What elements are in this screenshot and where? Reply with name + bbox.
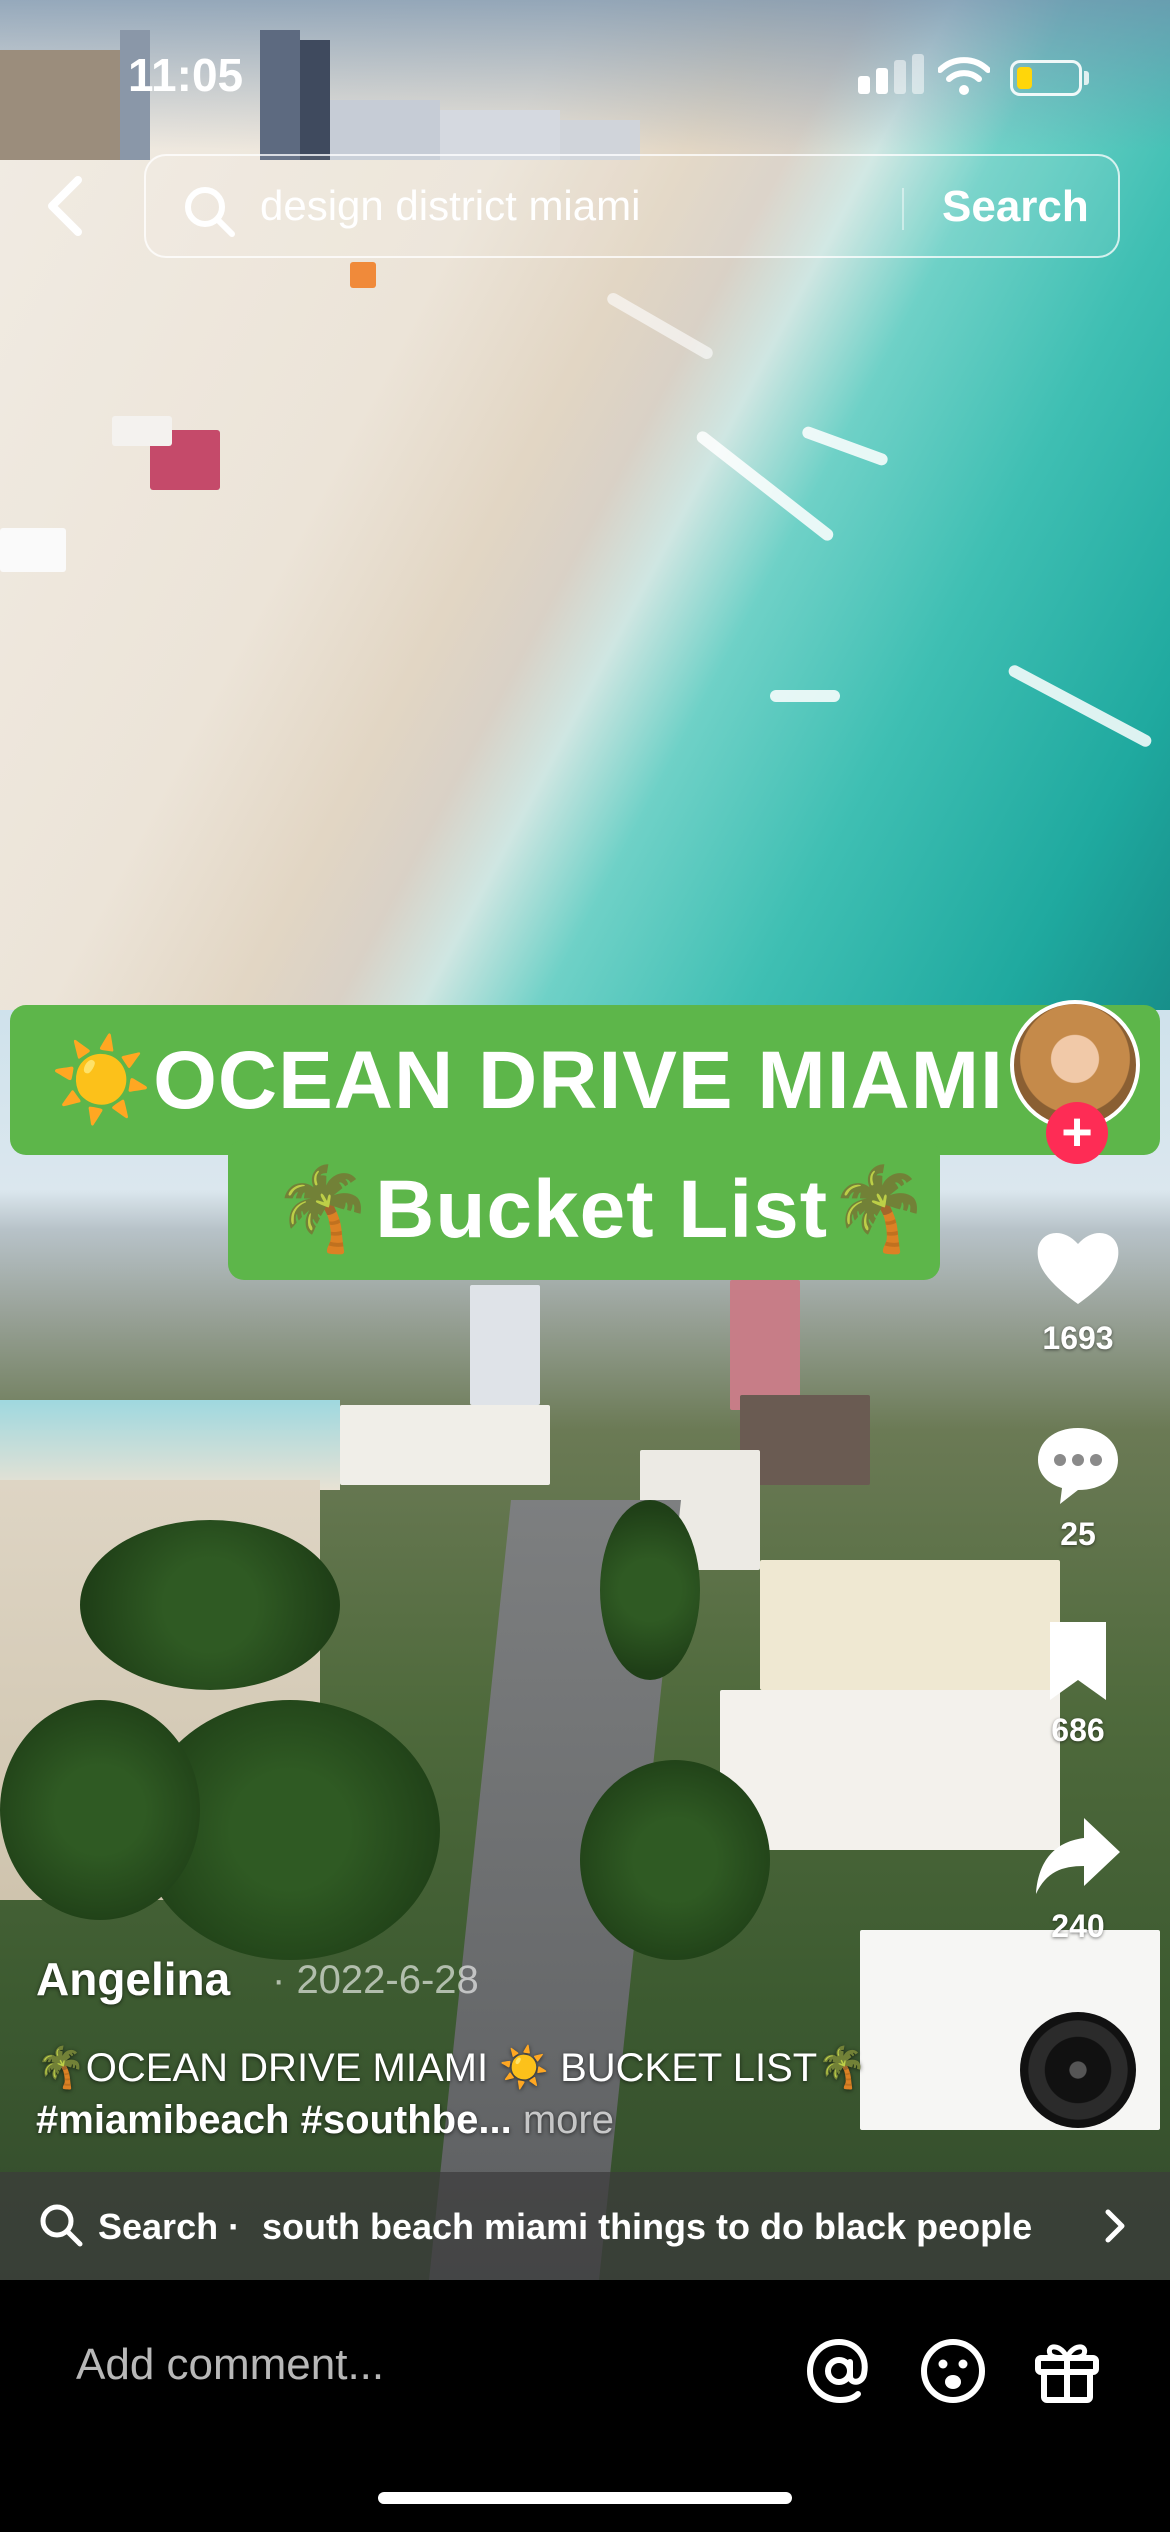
heart-icon[interactable] (1032, 1222, 1124, 1314)
city-skyline (0, 0, 640, 160)
save-count: 686 (1051, 1712, 1105, 1748)
comment-input[interactable]: Add comment... (76, 2340, 384, 2390)
follow-button[interactable]: + (1046, 1102, 1108, 1164)
status-time: 11:05 (128, 49, 244, 101)
video-frame-beach (0, 0, 1170, 1010)
title-line-1: ☀️OCEAN DRIVE MIAMI (50, 1035, 1004, 1126)
caption-text: 🌴OCEAN DRIVE MIAMI ☀️ BUCKET LIST🌴 (36, 2046, 868, 2090)
title-banner: ☀️OCEAN DRIVE MIAMI (10, 1005, 1160, 1155)
video-caption[interactable]: 🌴OCEAN DRIVE MIAMI ☀️ BUCKET LIST🌴 #miam… (36, 2042, 916, 2146)
search-input[interactable]: design district miami Search (144, 154, 1120, 258)
search-query-text: design district miami (260, 182, 641, 229)
share-count: 240 (1051, 1908, 1105, 1944)
emoji-icon[interactable] (918, 2336, 988, 2406)
music-disc-icon[interactable] (1020, 2012, 1136, 2128)
related-search-bar[interactable]: Search · south beach miami things to do … (0, 2172, 1170, 2280)
caption-hashtags[interactable]: #miamibeach #southbe... (36, 2098, 512, 2142)
search-icon (185, 187, 235, 237)
at-sign-icon[interactable] (804, 2336, 874, 2406)
chevron-left-icon[interactable] (34, 170, 98, 242)
related-search-label: Search · (98, 2206, 241, 2247)
post-date: · 2022-6-28 (272, 1958, 479, 2002)
search-icon (40, 2204, 83, 2247)
like-count: 1693 (1042, 1320, 1114, 1356)
search-button[interactable]: Search (942, 182, 1089, 232)
share-arrow-icon[interactable] (1032, 1810, 1124, 1902)
title-banner-2: 🌴Bucket List🌴 (228, 1140, 940, 1280)
comment-count: 25 (1060, 1516, 1096, 1552)
battery-icon (1010, 60, 1082, 96)
wifi-icon (938, 57, 990, 95)
chat-bubble-icon[interactable] (1032, 1418, 1124, 1510)
battery-level (1017, 67, 1032, 89)
related-search-text: south beach miami things to do black peo… (262, 2206, 1033, 2247)
author-name[interactable]: Angelina (36, 1952, 230, 2006)
title-line-2: 🌴Bucket List🌴 (272, 1164, 932, 1255)
more-link[interactable]: more (523, 2098, 614, 2142)
home-indicator (378, 2492, 792, 2504)
bookmark-icon[interactable] (1032, 1614, 1124, 1706)
gift-icon[interactable] (1032, 2336, 1102, 2406)
chevron-right-icon (1105, 2209, 1125, 2243)
